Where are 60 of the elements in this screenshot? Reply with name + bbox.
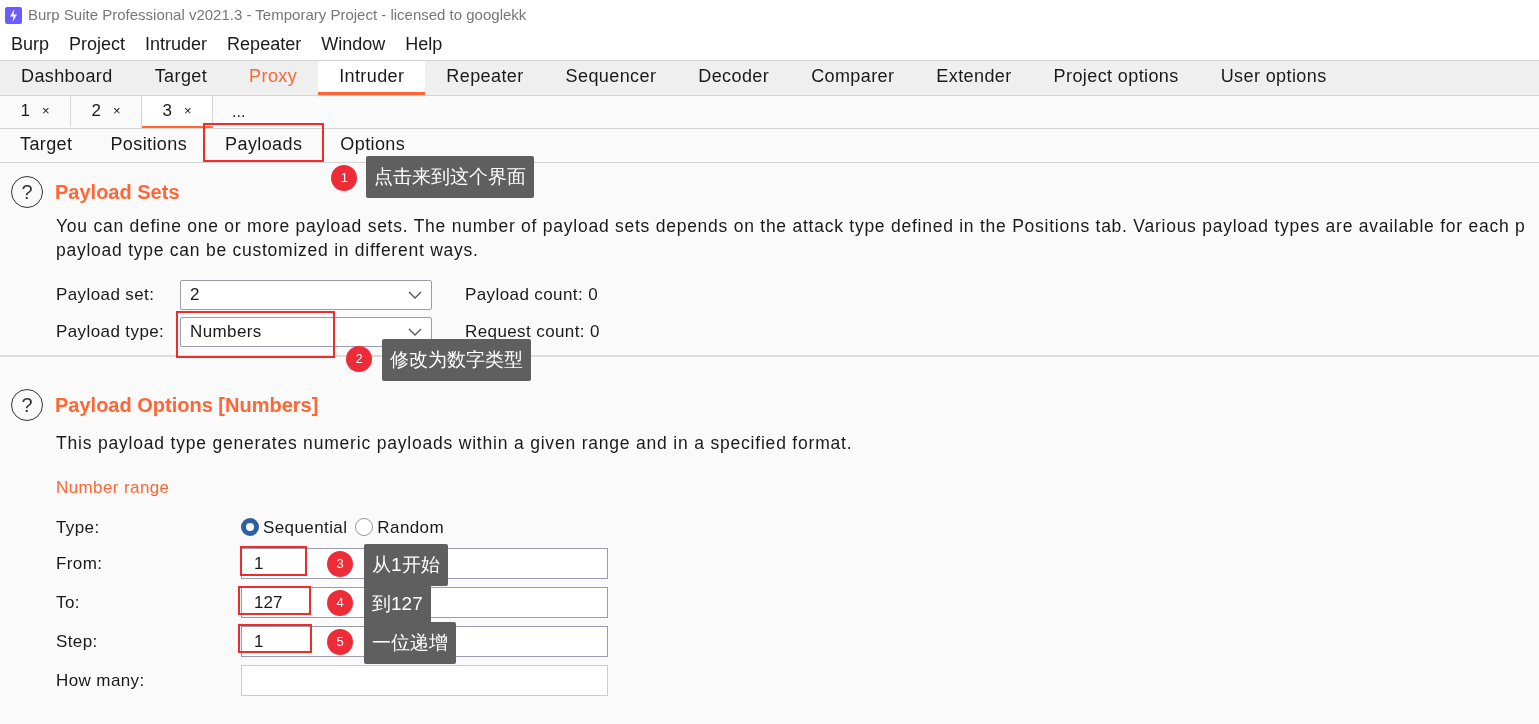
section-description: You can define one or more payload sets. The number of payload sets depends on the attack type defined in the Positions tab. Various payload types are available for each p payload type can be customized in different ways.	[56, 215, 1527, 262]
menu-item[interactable]: Repeater	[217, 31, 312, 58]
main-tab[interactable]: User options	[1199, 61, 1348, 95]
dropdown-value: Numbers	[190, 321, 262, 344]
radio-option[interactable]: Sequential	[241, 514, 348, 540]
menu-item[interactable]: Project	[59, 31, 136, 58]
menu-item[interactable]: Burp	[1, 31, 60, 58]
menu-item[interactable]: Window	[311, 31, 396, 58]
more-tabs-button[interactable]: ...	[213, 96, 265, 128]
main-tab[interactable]: Decoder	[677, 61, 791, 95]
count-label: Payload count: 0	[465, 284, 600, 307]
dropdown[interactable]: Numbers	[180, 317, 432, 347]
field-label: How many:	[56, 669, 146, 692]
section-title: Payload Options [Numbers]	[55, 393, 319, 418]
attack-tab[interactable]: 3 ×	[142, 96, 213, 128]
annotation-tooltip: 点击来到这个界面	[366, 156, 535, 198]
subsection-title: Number range	[56, 477, 171, 499]
main-tab[interactable]: Intruder	[318, 61, 426, 95]
dropdown[interactable]: 2	[180, 280, 432, 310]
field-label: From:	[56, 552, 104, 575]
app-logo-icon	[5, 6, 22, 24]
main-tab[interactable]: Comparer	[790, 61, 916, 95]
dropdown-value: 2	[190, 284, 200, 307]
field-label: Step:	[56, 630, 99, 653]
field-label: To:	[56, 591, 81, 614]
main-tab[interactable]: Repeater	[425, 61, 545, 95]
field-label: Payload set:	[56, 284, 156, 307]
field-label: Type:	[56, 516, 101, 539]
menu-item[interactable]: Help	[395, 31, 453, 58]
annotation-tooltip: 一位递增	[364, 622, 456, 664]
radio-option[interactable]: Random	[355, 514, 444, 540]
sub-tab[interactable]: Payloads	[206, 129, 322, 162]
main-tab[interactable]: Dashboard	[0, 61, 134, 95]
chevron-down-icon	[408, 291, 422, 299]
main-tab[interactable]: Project options	[1032, 61, 1200, 95]
annotation-tooltip: 从1开始	[364, 544, 448, 586]
main-tab[interactable]: Extender	[915, 61, 1033, 95]
attack-tab[interactable]: 1 ×	[0, 96, 71, 128]
tab-label: 1	[20, 100, 30, 123]
close-icon[interactable]: ×	[183, 101, 192, 121]
close-icon[interactable]: ×	[112, 101, 121, 121]
section-title: Payload Sets	[55, 180, 180, 205]
main-tab[interactable]: Target	[133, 61, 229, 95]
menu-item[interactable]: Intruder	[135, 31, 218, 58]
sub-tab[interactable]: Positions	[91, 129, 207, 162]
highlight-frame	[240, 546, 307, 576]
step-number-badge: 2	[346, 346, 372, 372]
step-number-badge: 1	[331, 165, 358, 191]
field-label: Payload type:	[56, 321, 166, 344]
section-description: This payload type generates numeric payloads within a given range and in a specified format.	[56, 432, 854, 455]
annotation-tooltip: 修改为数字类型	[382, 339, 531, 381]
window-title: Burp Suite Professional v2021.3 - Temporary Project - licensed to googlekk	[28, 4, 527, 25]
chevron-down-icon	[408, 328, 422, 336]
main-tab[interactable]: Sequencer	[544, 61, 678, 95]
tab-label: 2	[91, 100, 101, 123]
tab-label: 3	[162, 100, 172, 123]
input-field[interactable]	[241, 665, 608, 696]
annotation-tooltip: 到127	[364, 583, 431, 625]
sub-tab[interactable]: Target	[1, 129, 92, 162]
close-icon[interactable]: ×	[41, 101, 50, 121]
